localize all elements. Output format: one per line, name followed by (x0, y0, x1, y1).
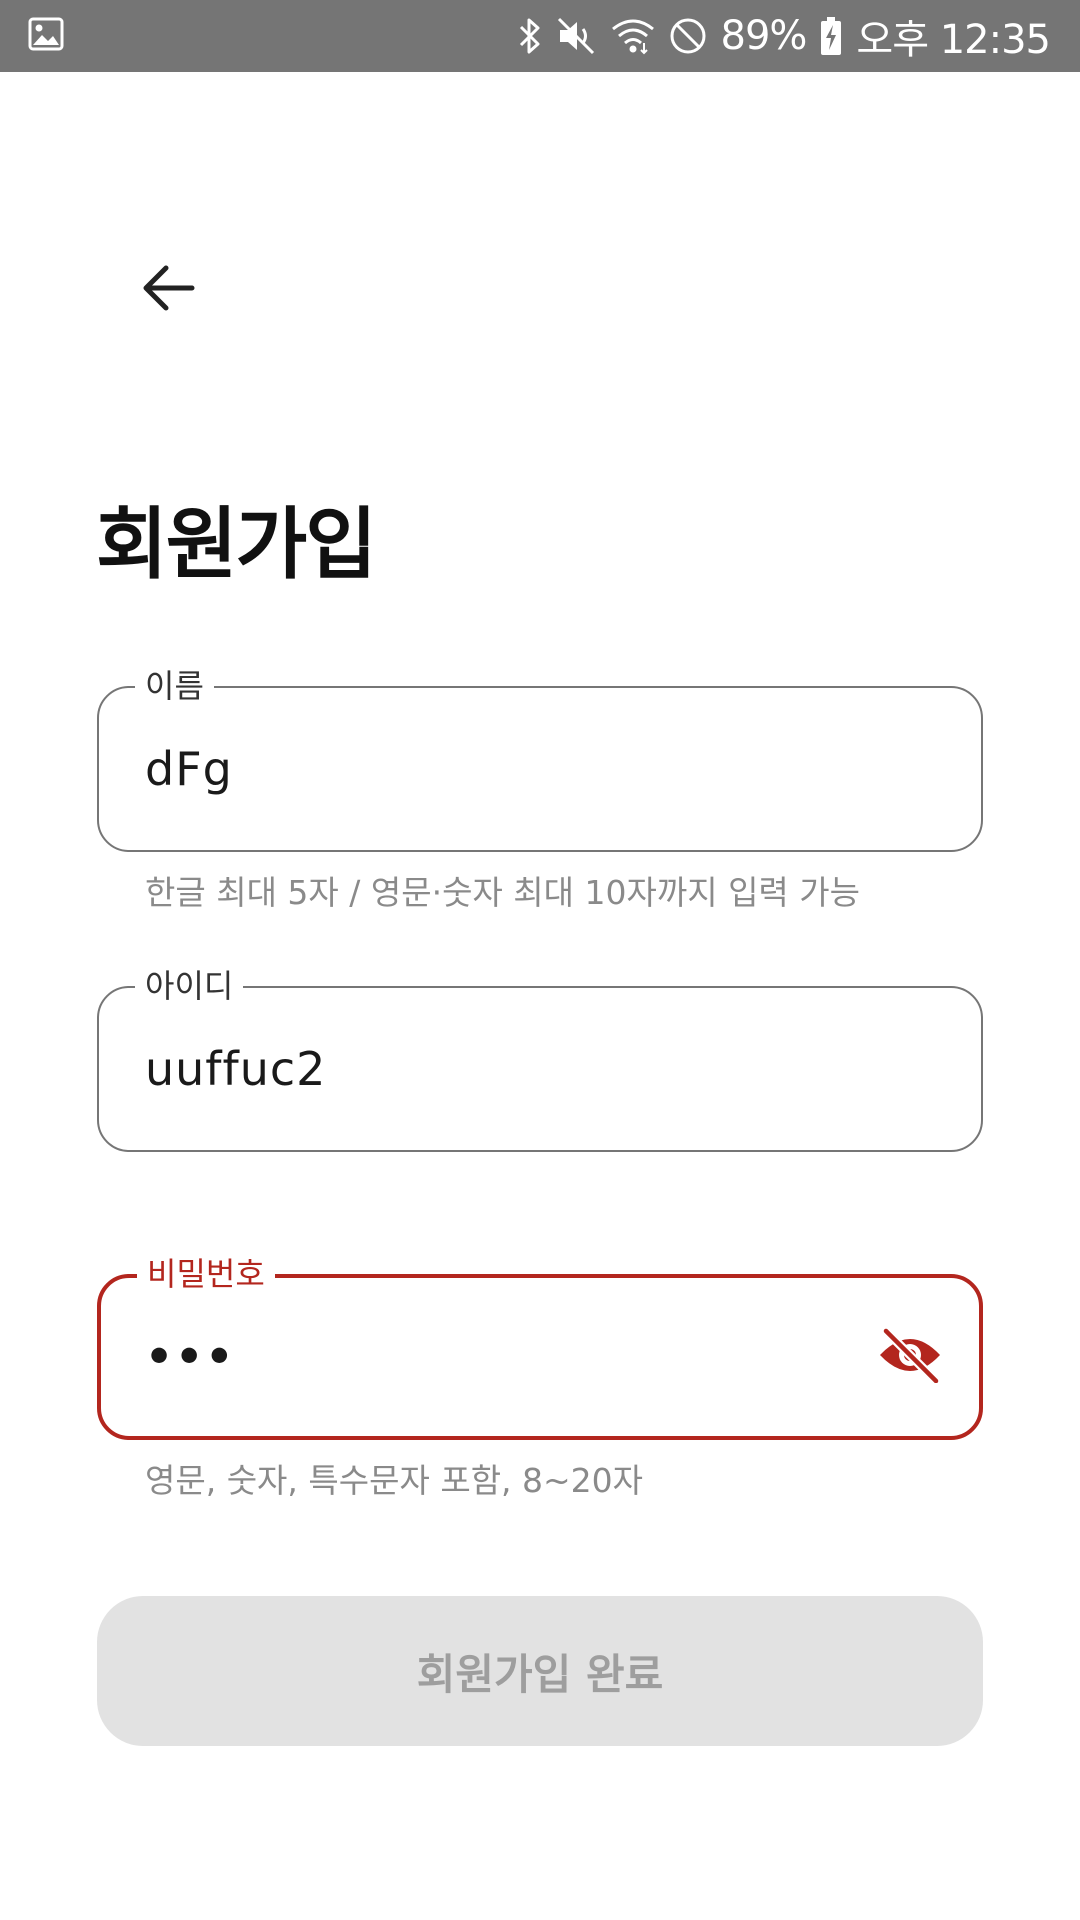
password-input[interactable]: ••• (145, 1332, 235, 1383)
id-field[interactable]: 아이디 uuffuc2 (97, 966, 983, 1152)
password-field-label: 비밀번호 (137, 1254, 275, 1294)
clock: 오후 12:35 (856, 17, 1051, 63)
battery-percent: 89% (720, 13, 808, 59)
mute-icon (557, 17, 597, 55)
name-helper-text: 한글 최대 5자 / 영문·숫자 최대 10자까지 입력 가능 (145, 873, 860, 912)
password-helper-text: 영문, 숫자, 특수문자 포함, 8~20자 (145, 1461, 644, 1500)
signup-complete-button[interactable]: 회원가입 완료 (97, 1596, 983, 1746)
password-field[interactable]: 비밀번호 ••• (97, 1254, 983, 1440)
gallery-icon (28, 17, 64, 55)
status-bar: 89% 오후 12:35 (0, 0, 1080, 72)
id-input[interactable]: uuffuc2 (145, 1042, 326, 1096)
page-title: 회원가입 (96, 500, 377, 590)
name-input[interactable]: dFg (145, 742, 233, 796)
back-button[interactable] (128, 250, 208, 330)
bluetooth-icon (517, 16, 543, 56)
eye-off-icon (876, 1327, 944, 1387)
wifi-icon (611, 17, 655, 55)
battery-charging-icon (820, 16, 842, 56)
do-not-disturb-icon (669, 17, 707, 55)
id-field-label: 아이디 (135, 966, 244, 1006)
name-field-label: 이름 (135, 666, 214, 706)
name-field[interactable]: 이름 dFg (97, 666, 983, 852)
arrow-left-icon (140, 263, 196, 317)
password-visibility-toggle[interactable] (875, 1322, 945, 1392)
